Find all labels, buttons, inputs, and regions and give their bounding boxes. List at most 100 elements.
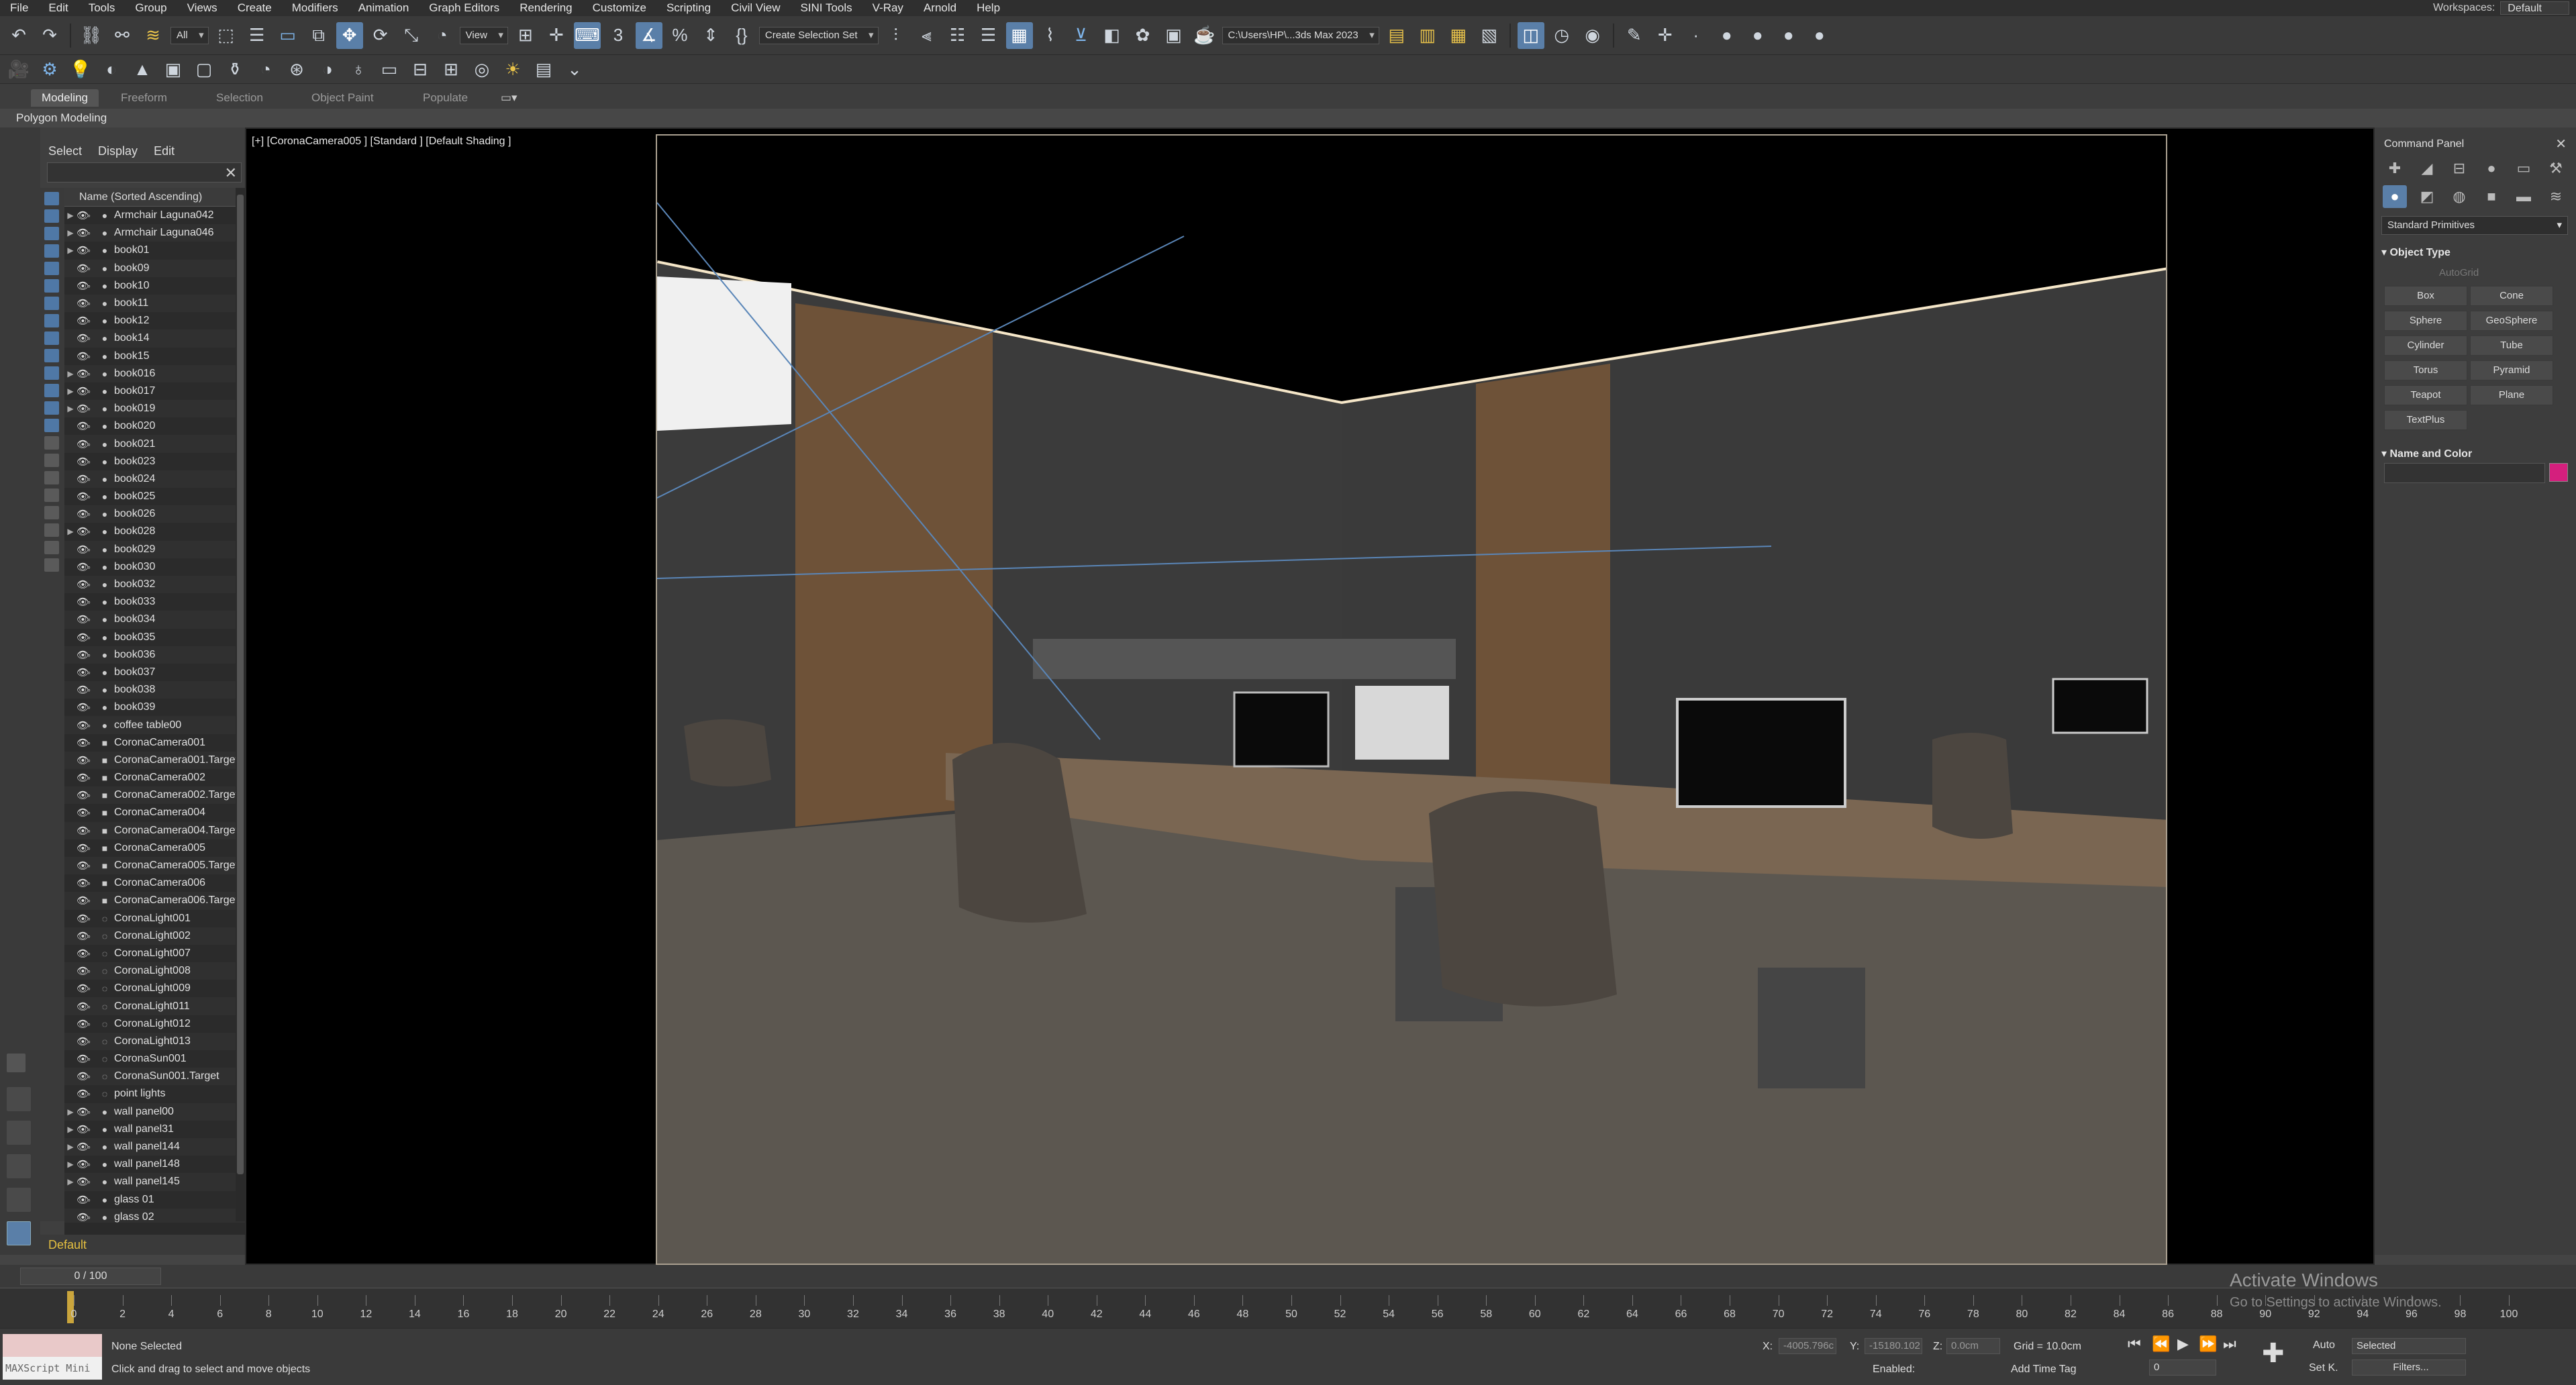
layout-icon-1[interactable] (7, 1087, 31, 1111)
freeze-icon[interactable]: ◦ (87, 210, 98, 221)
create-cylinder-button[interactable]: Cylinder (2384, 336, 2467, 356)
name-color-rollout[interactable]: Name and Color (2381, 447, 2568, 460)
menu-item-rendering[interactable]: Rendering (509, 1, 582, 15)
list-item[interactable]: 👁 ◦ ◌ CoronaLight009 (64, 980, 245, 997)
tab-modeling[interactable]: Modeling (31, 89, 99, 107)
freeze-icon[interactable]: ◦ (87, 1194, 98, 1205)
move-icon[interactable]: ✥ (336, 21, 363, 49)
freeze-icon[interactable]: ◦ (87, 825, 98, 836)
ribbon-options-icon[interactable]: ▭▾ (490, 89, 528, 107)
shapes-icon[interactable]: ◩ (2415, 185, 2439, 208)
time-icon[interactable]: ◷ (1548, 22, 1575, 49)
vray-frame-icon[interactable]: ▣ (160, 56, 187, 83)
circle-large-icon[interactable]: ● (1775, 22, 1802, 49)
create-teapot-button[interactable]: Teapot (2384, 385, 2467, 405)
filter-icon[interactable] (44, 489, 59, 502)
rendered-frame-icon[interactable]: ▣ (1160, 22, 1187, 49)
autogrid-checkbox[interactable]: AutoGrid (2439, 267, 2479, 278)
freeze-icon[interactable]: ◦ (87, 1088, 98, 1099)
explorer-scrollbar[interactable] (236, 188, 245, 1221)
list-item[interactable]: ▶ 👁 ◦ ● wall panel145 (64, 1173, 245, 1191)
list-item[interactable]: ▶ 👁 ◦ ● book01 (64, 242, 245, 259)
maxscript-output[interactable] (3, 1334, 102, 1357)
list-item[interactable]: 👁 ◦ ● book12 (64, 312, 245, 329)
freeze-icon[interactable]: ◦ (87, 790, 98, 801)
visibility-icon[interactable]: 👁 (77, 525, 89, 537)
freeze-icon[interactable]: ◦ (87, 913, 98, 924)
lights-icon[interactable]: ◍ (2447, 185, 2471, 208)
edit-named-sets-icon[interactable]: {} (728, 22, 755, 49)
expand-icon[interactable]: ▶ (64, 369, 77, 378)
list-item[interactable]: 👁 ◦ ● book09 (64, 259, 245, 277)
list-item[interactable]: 👁 ◦ ● book10 (64, 277, 245, 295)
expand-icon[interactable]: ▶ (64, 1160, 77, 1169)
tab-freeform[interactable]: Freeform (110, 89, 178, 107)
list-item[interactable]: 👁 ◦ ● book032 (64, 575, 245, 594)
maxscript-input[interactable]: MAXScript Mini (3, 1357, 102, 1380)
freeze-icon[interactable]: ◦ (87, 632, 98, 643)
freeze-icon[interactable]: ◦ (87, 456, 98, 467)
freeze-icon[interactable]: ◦ (87, 333, 98, 344)
tab-display[interactable]: Display (90, 140, 146, 162)
visibility-icon[interactable]: 👁 (77, 684, 89, 696)
freeze-icon[interactable]: ◦ (87, 948, 98, 959)
list-item[interactable]: 👁 ◦ ■ CoronaCamera006.Target (64, 892, 245, 910)
visibility-icon[interactable]: 👁 (77, 1158, 89, 1170)
track-bar[interactable]: 0 2 4 6 8 10 12 14 16 18 20 22 24 26 28 30 32 34 36 38 40 42 4… (0, 1288, 2576, 1328)
angle-snap-icon[interactable]: ∡ (635, 21, 662, 49)
freeze-icon[interactable]: ◦ (87, 1019, 98, 1029)
save-folder-icon[interactable]: ▦ (1445, 22, 1472, 49)
visibility-icon[interactable]: 👁 (77, 807, 89, 819)
visibility-icon[interactable]: 👁 (77, 1018, 89, 1030)
explorer-search-input[interactable]: ✕ (47, 162, 242, 183)
time-slider[interactable]: 0 / 100 (0, 1265, 2576, 1288)
filter-icon[interactable] (44, 523, 59, 537)
vray-layers-icon[interactable]: ▤ (530, 56, 557, 83)
list-item[interactable]: ▶ 👁 ◦ ● book017 (64, 382, 245, 400)
visibility-icon[interactable]: 👁 (77, 1001, 89, 1013)
list-item[interactable]: ▶ 👁 ◦ ● book019 (64, 400, 245, 418)
expand-icon[interactable]: ▶ (64, 404, 77, 413)
freeze-icon[interactable]: ◦ (87, 562, 98, 572)
set-key-plus-icon[interactable]: ✚ (2262, 1338, 2285, 1369)
filters-button[interactable]: Filters... (2352, 1360, 2466, 1376)
freeze-icon[interactable]: ◦ (87, 491, 98, 502)
visibility-icon[interactable]: 👁 (77, 280, 89, 292)
play-icon[interactable]: ▶ (2177, 1335, 2189, 1353)
visibility-icon[interactable]: 👁 (77, 772, 89, 784)
menu-item-tools[interactable]: Tools (79, 1, 126, 15)
list-item[interactable]: ▶ 👁 ◦ ● book028 (64, 523, 245, 540)
freeze-icon[interactable]: ◦ (87, 931, 98, 941)
layout-icon-2[interactable] (7, 1121, 31, 1145)
plus-icon[interactable]: ✛ (1652, 22, 1679, 49)
reset-folder-icon[interactable]: ▧ (1476, 22, 1503, 49)
visibility-icon[interactable]: 👁 (77, 332, 89, 344)
visibility-icon[interactable]: 👁 (77, 1141, 89, 1153)
percent-snap-icon[interactable]: % (666, 22, 693, 49)
visibility-icon[interactable]: 👁 (77, 1088, 89, 1100)
menu-item-sini-tools[interactable]: SINI Tools (790, 1, 862, 15)
filter-icon[interactable] (44, 262, 59, 275)
freeze-icon[interactable]: ◦ (87, 386, 98, 397)
go-end-icon[interactable]: ⏭ (2223, 1335, 2236, 1353)
vray-sun-icon[interactable]: ☀ (499, 56, 526, 83)
list-item[interactable]: 👁 ◦ ■ CoronaCamera002 (64, 769, 245, 786)
freeze-icon[interactable]: ◦ (87, 421, 98, 431)
menu-item-modifiers[interactable]: Modifiers (282, 1, 348, 15)
list-item[interactable]: 👁 ◦ ■ CoronaCamera004.Target (64, 821, 245, 839)
filter-icon[interactable] (44, 297, 59, 310)
vray-ies-icon[interactable]: ♁ (345, 56, 372, 83)
freeze-icon[interactable]: ◦ (87, 544, 98, 555)
visibility-icon[interactable]: 👁 (77, 297, 89, 309)
vray-eye-icon[interactable]: ◎ (468, 56, 495, 83)
current-frame-field[interactable]: 0 (2149, 1360, 2216, 1376)
visibility-icon[interactable]: 👁 (77, 860, 89, 872)
camera-render-view[interactable] (656, 134, 2167, 1265)
list-item[interactable]: 👁 ◦ ● book036 (64, 646, 245, 664)
freeze-icon[interactable]: ◦ (87, 526, 98, 537)
freeze-icon[interactable]: ◦ (87, 684, 98, 695)
list-item[interactable]: 👁 ◦ ● book035 (64, 629, 245, 646)
menu-item-animation[interactable]: Animation (348, 1, 419, 15)
list-item[interactable]: 👁 ◦ ◌ CoronaLight007 (64, 945, 245, 962)
unlink-icon[interactable]: ⚯ (109, 22, 136, 49)
